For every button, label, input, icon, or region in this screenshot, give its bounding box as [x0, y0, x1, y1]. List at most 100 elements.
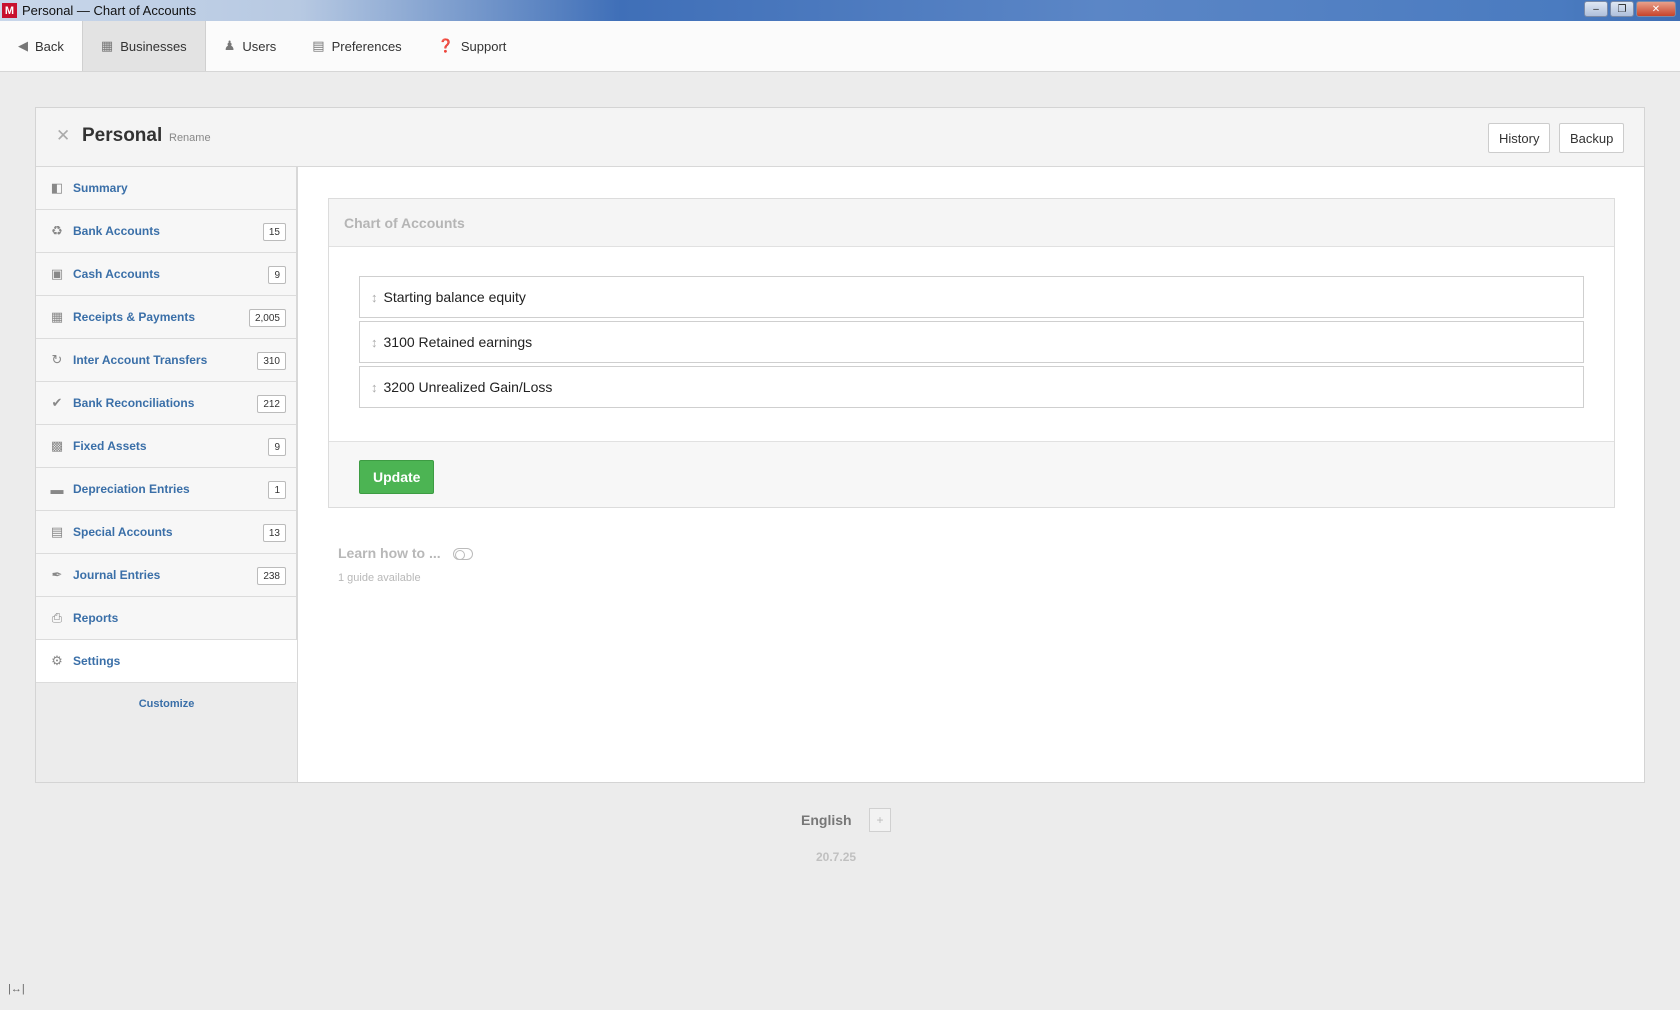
close-business-icon[interactable]: ✕	[56, 126, 70, 146]
users-tab[interactable]: ♟ Users	[206, 21, 295, 71]
account-row[interactable]: ↕ Starting balance equity	[359, 276, 1584, 318]
guides-count: 1 guide available	[338, 572, 421, 584]
cash-register-icon: ▣	[50, 266, 64, 281]
business-name: Personal	[82, 125, 163, 146]
sidebar-item-label: Special Accounts	[73, 525, 173, 539]
rename-link[interactable]: Rename	[169, 132, 211, 144]
business-header: ✕ Personal Rename History Backup	[36, 108, 1644, 167]
drag-handle-icon[interactable]: ↕	[371, 380, 378, 395]
account-name: 3100 Retained earnings	[383, 334, 533, 350]
count-badge: 9	[268, 266, 286, 284]
learn-how-to[interactable]: Learn how to ...	[338, 545, 473, 561]
back-button[interactable]: ◀ Back	[0, 21, 82, 71]
window-titlebar: M Personal — Chart of Accounts – ❐ ✕	[0, 0, 1680, 21]
sidebar-item-label: Reports	[73, 611, 119, 625]
account-row[interactable]: ↕ 3200 Unrealized Gain/Loss	[359, 366, 1584, 408]
sidebar-item-label: Summary	[73, 181, 128, 195]
sidebar-item-special-accounts[interactable]: ▤ Special Accounts 13	[36, 511, 296, 554]
back-label: Back	[35, 38, 64, 54]
sidebar-item-inter-account-transfers[interactable]: ↻ Inter Account Transfers 310	[36, 339, 296, 382]
count-badge: 238	[257, 567, 286, 585]
bank-icon: ♻	[51, 223, 63, 238]
sidebar-item-label: Receipts & Payments	[73, 310, 196, 324]
drag-handle-icon[interactable]: ↕	[371, 290, 378, 305]
drag-handle-icon[interactable]: ↕	[371, 335, 378, 350]
app-logo-icon: M	[2, 3, 17, 18]
backup-button[interactable]: Backup	[1559, 123, 1625, 153]
sidebar-item-journal-entries[interactable]: ✒ Journal Entries 238	[36, 554, 296, 597]
transfer-icon: ↻	[51, 352, 63, 367]
businesses-label: Businesses	[120, 38, 187, 54]
sidebar-item-settings[interactable]: ⚙ Settings	[36, 640, 297, 683]
language-selector[interactable]: English	[801, 812, 852, 828]
sidebar-item-bank-accounts[interactable]: ♻ Bank Accounts 15	[36, 210, 296, 253]
sidebar-item-label: Settings	[73, 654, 121, 668]
count-badge: 15	[262, 223, 286, 241]
sidebar-item-reports[interactable]: ⎙ Reports	[36, 597, 296, 640]
history-button[interactable]: History	[1488, 123, 1551, 153]
customize-link[interactable]: Customize	[36, 683, 297, 710]
panel-title: Chart of Accounts	[329, 199, 1614, 247]
main-content: Chart of Accounts ↕ Starting balance equ…	[297, 167, 1644, 782]
sidebar-item-label: Inter Account Transfers	[73, 353, 208, 367]
users-icon: ♟	[223, 38, 236, 53]
sidebar-item-label: Depreciation Entries	[73, 482, 190, 496]
count-badge: 310	[257, 352, 286, 370]
quill-icon: ✒	[51, 567, 63, 582]
users-label: Users	[242, 38, 277, 54]
sidebar-item-bank-reconciliations[interactable]: ✔ Bank Reconciliations 212	[36, 382, 296, 425]
learn-label: Learn how to ...	[338, 545, 441, 561]
window-title: Personal — Chart of Accounts	[22, 3, 197, 18]
sidebar-item-receipts-payments[interactable]: ▦ Receipts & Payments 2,005	[36, 296, 296, 339]
count-badge: 9	[268, 438, 286, 456]
building-icon: ▦	[100, 38, 114, 53]
sidebar-item-label: Cash Accounts	[73, 267, 160, 281]
support-tab[interactable]: ❓ Support	[420, 21, 525, 71]
add-language-button[interactable]: +	[869, 808, 891, 832]
window-close-icon[interactable]: ✕	[1636, 1, 1676, 17]
businesses-tab[interactable]: ▦ Businesses	[81, 21, 206, 71]
preferences-tab[interactable]: ▤ Preferences	[294, 21, 419, 71]
top-navigation: ◀ Back ▦ Businesses ♟ Users ▤ Preference…	[0, 21, 1680, 72]
version-label: 20.7.25	[816, 850, 857, 864]
sidebar-item-cash-accounts[interactable]: ▣ Cash Accounts 9	[36, 253, 296, 296]
receipt-icon: ▦	[50, 309, 64, 324]
sidebar-item-depreciation-entries[interactable]: ▬ Depreciation Entries 1	[36, 468, 296, 511]
support-label: Support	[460, 38, 507, 54]
question-icon: ❓	[437, 38, 454, 53]
checkmark-icon: ✔	[51, 395, 63, 410]
sidebar-item-label: Fixed Assets	[73, 439, 147, 453]
depreciation-icon: ▬	[50, 481, 64, 497]
resize-icon[interactable]: |↔|	[8, 983, 25, 995]
presentation-icon: ◧	[50, 180, 64, 195]
toggle-icon[interactable]	[452, 548, 473, 561]
sidebar-item-summary[interactable]: ◧ Summary	[36, 167, 296, 210]
update-button[interactable]: Update	[359, 460, 435, 494]
count-badge: 13	[262, 524, 286, 542]
building-icon: ▩	[50, 438, 64, 453]
count-badge: 212	[257, 395, 286, 413]
count-badge: 1	[268, 481, 286, 499]
account-name: Starting balance equity	[383, 289, 526, 305]
sidebar-list: ◧ Summary ♻ Bank Accounts 15 ▣ Cash Acco…	[36, 167, 297, 683]
gears-icon: ⚙	[51, 653, 63, 668]
printer-icon: ⎙	[51, 610, 63, 625]
chart-of-accounts-panel: Chart of Accounts ↕ Starting balance equ…	[328, 198, 1615, 508]
back-arrow-icon: ◀	[18, 38, 28, 53]
business-card: ✕ Personal Rename History Backup ◧ Summa…	[35, 107, 1645, 783]
sidebar-item-label: Bank Accounts	[73, 224, 160, 238]
count-badge: 2,005	[248, 309, 286, 327]
preferences-label: Preferences	[331, 38, 402, 54]
sidebar-item-label: Journal Entries	[73, 568, 161, 582]
minimize-icon[interactable]: –	[1584, 1, 1608, 17]
ledger-icon: ▤	[50, 524, 64, 539]
maximize-icon[interactable]: ❐	[1610, 1, 1634, 17]
sidebar: ◧ Summary ♻ Bank Accounts 15 ▣ Cash Acco…	[36, 167, 297, 782]
preferences-icon: ▤	[312, 38, 325, 53]
window-controls: – ❐ ✕	[1584, 1, 1676, 17]
account-name: 3200 Unrealized Gain/Loss	[383, 379, 553, 395]
sidebar-item-fixed-assets[interactable]: ▩ Fixed Assets 9	[36, 425, 296, 468]
sidebar-item-label: Bank Reconciliations	[73, 396, 195, 410]
accounts-list: ↕ Starting balance equity ↕ 3100 Retaine…	[329, 247, 1614, 442]
account-row[interactable]: ↕ 3100 Retained earnings	[359, 321, 1584, 363]
